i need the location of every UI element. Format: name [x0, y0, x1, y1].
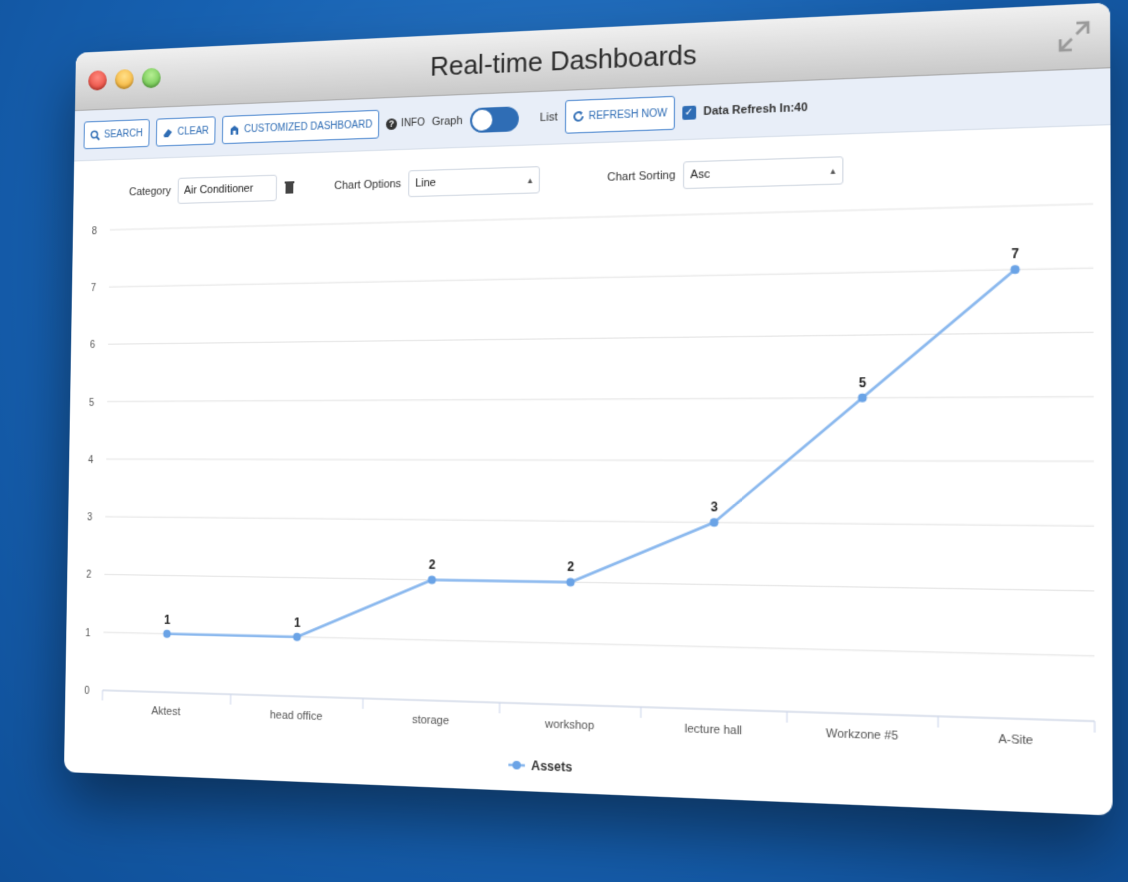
data-refresh-checkbox[interactable]: ✓: [681, 105, 696, 120]
app-window: Real-time Dashboards SEARCH CLEAR CUSTOM…: [63, 2, 1113, 816]
y-tick-label: 0: [84, 686, 90, 697]
toggle-knob: [471, 109, 492, 131]
y-tick-label: 5: [89, 398, 95, 409]
x-axis-line: [103, 690, 1095, 721]
data-point: [857, 393, 867, 403]
select-arrows-icon: ▴: [830, 164, 836, 176]
gridline: [105, 517, 1094, 526]
y-tick-label: 3: [87, 512, 93, 523]
x-tick-label: storage: [412, 714, 449, 728]
eraser-icon: [163, 128, 172, 137]
category-input[interactable]: Air Conditioner: [177, 174, 277, 204]
series-line: [167, 270, 1016, 655]
y-tick-label: 6: [90, 340, 96, 351]
chart-options-label: Chart Options: [334, 177, 402, 193]
chart-options-select[interactable]: Line ▴: [408, 166, 540, 198]
y-tick-label: 2: [86, 570, 91, 581]
chart-options-value: Line: [415, 176, 436, 190]
data-label: 7: [1011, 246, 1019, 262]
x-tick-label: workshop: [544, 718, 594, 733]
legend-marker: [512, 760, 521, 770]
data-label: 5: [859, 375, 867, 391]
gridline: [107, 397, 1094, 402]
customized-dashboard-button[interactable]: CUSTOMIZED DASHBOARD: [221, 109, 380, 145]
assets-line-chart: 0 1 2 3 4 5 6 7 8 Aktest head office storage worksho…: [84, 190, 1113, 775]
data-refresh-label: Data Refresh In:40: [703, 101, 808, 119]
scene: Real-time Dashboards SEARCH CLEAR CUSTOM…: [0, 0, 1128, 882]
info-label: INFO: [400, 116, 425, 129]
chart-sorting-filter: Chart Sorting Asc ▴: [607, 156, 844, 191]
refresh-now-button[interactable]: REFRESH NOW: [564, 95, 675, 134]
graph-list-toggle[interactable]: [469, 106, 519, 134]
question-icon: ?: [386, 117, 398, 130]
info-link[interactable]: ? INFO: [386, 117, 425, 130]
dashboard-icon: [230, 124, 239, 135]
gridline: [106, 459, 1094, 461]
refresh-now-label: REFRESH NOW: [588, 107, 668, 122]
search-label: SEARCH: [103, 127, 143, 141]
category-filter: Category Air Conditioner: [129, 174, 295, 205]
data-label: 1: [294, 615, 301, 630]
search-button[interactable]: SEARCH: [83, 118, 150, 150]
clear-label: CLEAR: [177, 125, 209, 138]
refresh-icon: [572, 110, 585, 123]
data-label: 2: [567, 560, 574, 575]
legend-label: Assets: [531, 758, 573, 775]
y-tick-label: 8: [92, 226, 98, 237]
list-label: List: [539, 111, 558, 125]
trash-icon[interactable]: [283, 180, 295, 195]
data-point: [293, 632, 301, 642]
y-tick-label: 4: [88, 455, 94, 466]
y-tick-label: 1: [85, 628, 91, 639]
select-arrows-icon: ▴: [527, 174, 533, 185]
data-point: [566, 577, 575, 587]
expand-icon[interactable]: [1054, 17, 1094, 56]
x-tick-label: Workzone #5: [826, 727, 898, 743]
data-label: 1: [164, 612, 171, 627]
x-tick-label: A-Site: [998, 733, 1033, 748]
x-tick-label: Aktest: [151, 705, 180, 718]
gridline: [109, 268, 1093, 287]
clear-button[interactable]: CLEAR: [155, 116, 216, 147]
x-tick-label: lecture hall: [685, 722, 743, 737]
data-point: [709, 518, 719, 527]
search-icon: [90, 130, 101, 141]
gridline: [104, 574, 1094, 590]
category-label: Category: [128, 185, 171, 199]
data-point: [163, 629, 171, 638]
chart-sorting-select[interactable]: Asc ▴: [682, 156, 844, 190]
data-label: 3: [711, 500, 719, 515]
customized-dashboard-label: CUSTOMIZED DASHBOARD: [244, 118, 373, 135]
data-point: [427, 575, 436, 585]
chart-sorting-value: Asc: [690, 168, 710, 182]
chart-sorting-label: Chart Sorting: [607, 169, 676, 184]
data-point: [1010, 265, 1020, 275]
chart-options-filter: Chart Options Line ▴: [334, 166, 540, 199]
x-tick-label: head office: [270, 709, 323, 723]
data-label: 2: [429, 558, 436, 573]
graph-label: Graph: [431, 114, 463, 129]
y-tick-label: 7: [91, 283, 96, 294]
gridline: [108, 332, 1093, 344]
